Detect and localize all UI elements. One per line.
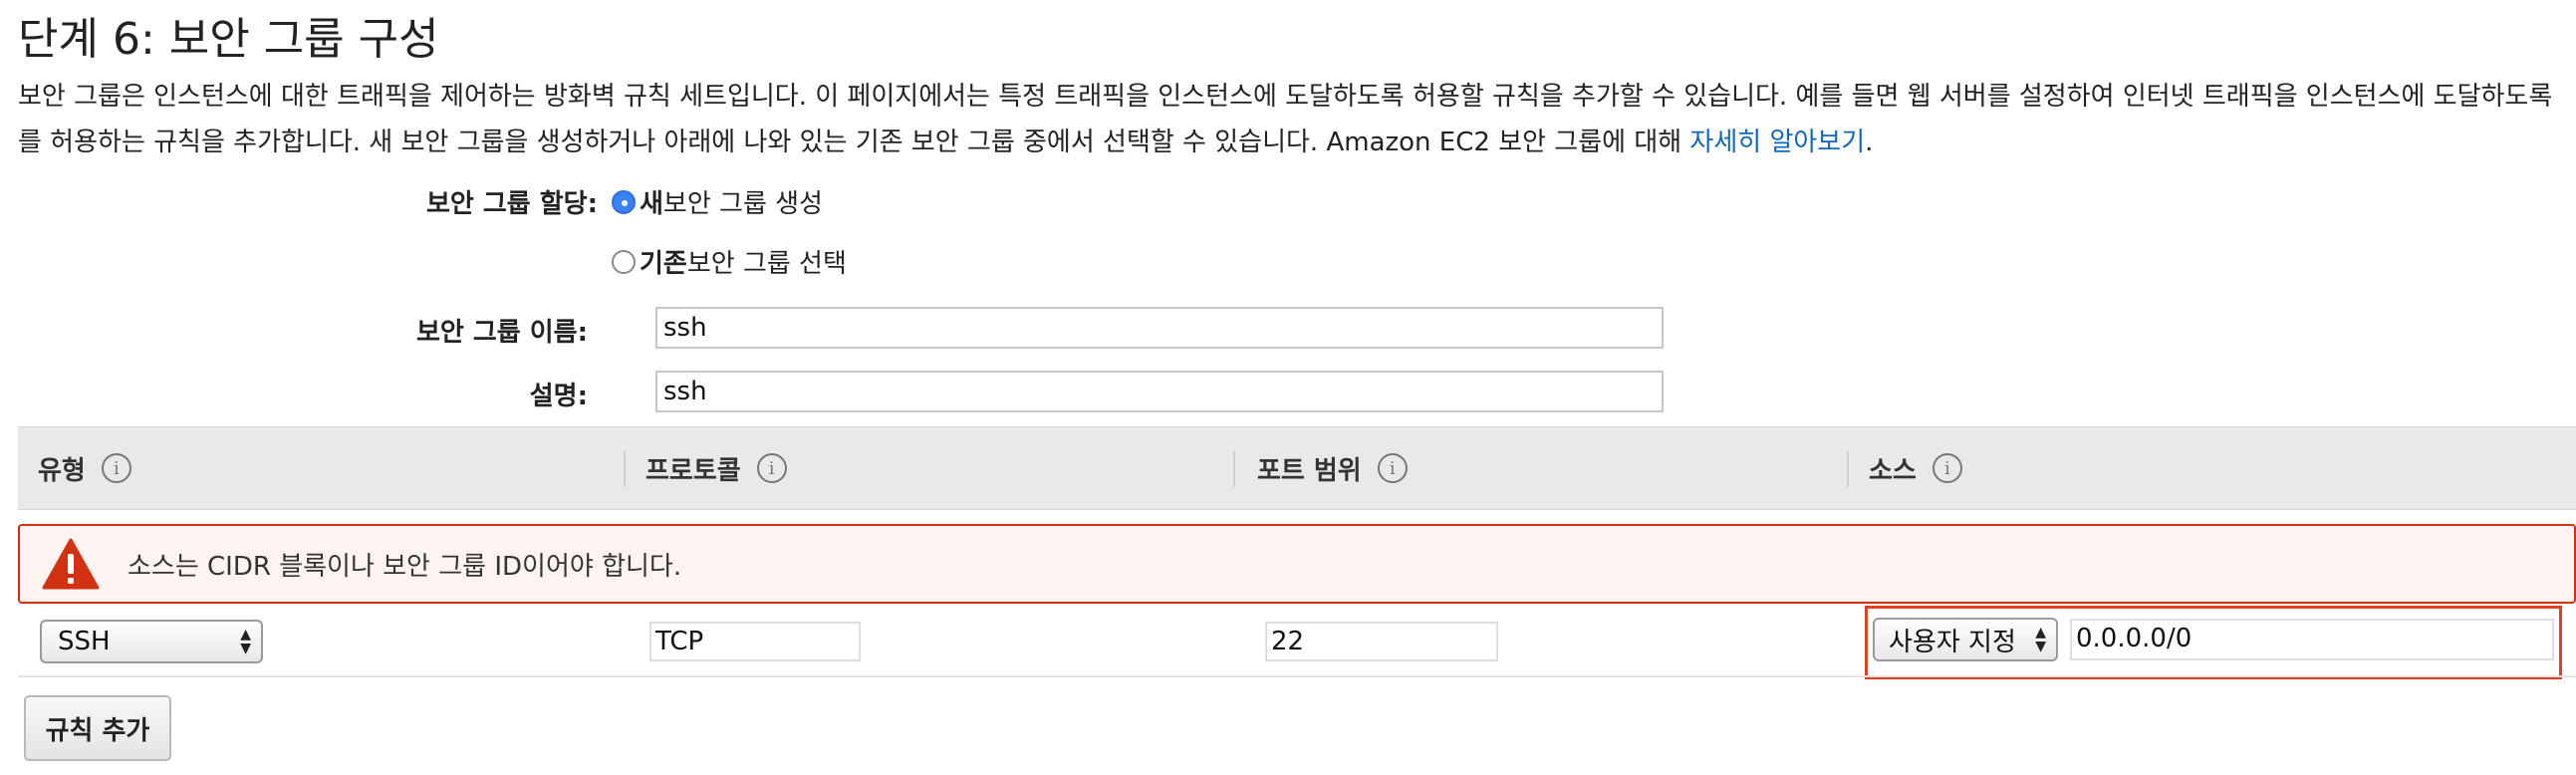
- select-arrows-icon: ▲ ▼: [240, 627, 251, 656]
- page-title: 단계 6: 보안 그룹 구성: [18, 14, 439, 65]
- intro-end: .: [1865, 128, 1874, 157]
- source-cidr-input[interactable]: 0.0.0.0/0: [2070, 619, 2554, 660]
- column-source: 소스 i: [1869, 427, 1962, 509]
- radio-existing-button[interactable]: [612, 249, 636, 274]
- description-input[interactable]: ssh: [655, 371, 1664, 412]
- source-select[interactable]: 사용자 지정 ▲ ▼: [1873, 618, 2058, 661]
- info-icon[interactable]: i: [101, 453, 131, 483]
- assign-label: 보안 그룹 할당:: [425, 189, 598, 219]
- radio-new-security-group[interactable]: 새 보안 그룹 생성: [612, 183, 823, 220]
- intro-text: 보안 그룹은 인스턴스에 대한 트래픽을 제어하는 방화벽 규칙 세트입니다. …: [18, 82, 2553, 157]
- radio-existing-security-group[interactable]: 기존 보안 그룹 선택: [612, 243, 847, 280]
- radio-new-button[interactable]: [612, 189, 636, 214]
- security-group-name-label: 보안 그룹 이름:: [415, 318, 588, 348]
- page-description: 보안 그룹은 인스턴스에 대한 트래픽을 제어하는 방화벽 규칙 세트입니다. …: [18, 74, 2568, 165]
- column-protocol: 프로토콜 i: [645, 427, 787, 509]
- learn-more-link[interactable]: 자세히 알아보기: [1689, 128, 1865, 157]
- source-select-value: 사용자 지정: [1889, 627, 2016, 657]
- column-port-range: 포트 범위 i: [1257, 427, 1408, 509]
- info-icon[interactable]: i: [756, 453, 787, 483]
- type-select[interactable]: SSH ▲ ▼: [40, 620, 263, 663]
- rules-table-header: 유형 i 프로토콜 i 포트 범위 i 소스 i: [18, 426, 2576, 510]
- port-range-input: 22: [1265, 622, 1498, 661]
- column-divider: [1233, 451, 1235, 487]
- column-protocol-label: 프로토콜: [645, 455, 741, 486]
- column-source-label: 소스: [1869, 455, 1917, 486]
- column-port-range-label: 포트 범위: [1257, 455, 1362, 486]
- error-alert: 소스는 CIDR 블록이나 보안 그룹 ID이어야 합니다.: [18, 524, 2576, 604]
- security-group-name-input[interactable]: ssh: [655, 307, 1664, 349]
- column-divider: [1847, 451, 1849, 487]
- radio-new-label-bold: 새: [640, 189, 663, 219]
- radio-existing-label-bold: 기존: [640, 249, 687, 279]
- description-label: 설명:: [529, 382, 588, 411]
- radio-new-label: 보안 그룹 생성: [662, 189, 823, 219]
- type-select-value: SSH: [58, 627, 111, 656]
- select-arrows-icon: ▲ ▼: [2035, 625, 2046, 654]
- error-message: 소스는 CIDR 블록이나 보안 그룹 ID이어야 합니다.: [128, 551, 682, 582]
- info-icon[interactable]: i: [1932, 453, 1962, 483]
- radio-existing-label: 보안 그룹 선택: [686, 249, 847, 279]
- column-type-label: 유형: [38, 455, 86, 486]
- column-divider: [624, 451, 626, 487]
- protocol-input: TCP: [649, 622, 861, 661]
- column-type: 유형 i: [38, 427, 131, 509]
- info-icon[interactable]: i: [1377, 453, 1408, 483]
- add-rule-button[interactable]: 규칙 추가: [24, 695, 171, 761]
- warning-icon: [42, 538, 100, 590]
- row-divider: [18, 675, 2576, 677]
